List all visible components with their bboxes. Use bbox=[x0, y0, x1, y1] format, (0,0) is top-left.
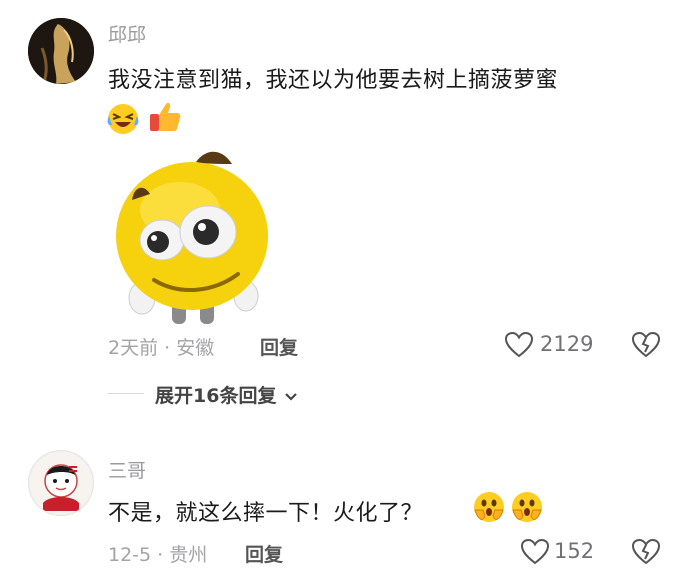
expand-replies-label: 展开16条回复 bbox=[155, 385, 277, 407]
chevron-down-icon bbox=[285, 392, 297, 401]
like-count: 152 bbox=[554, 539, 595, 563]
yellow-smiley-sticker[interactable] bbox=[110, 140, 275, 325]
comment-text: 我没注意到猫，我还以为他要去树上摘菠萝蜜 bbox=[108, 68, 559, 93]
heart-icon[interactable] bbox=[520, 538, 550, 566]
thumbs-up-emoji bbox=[148, 100, 182, 134]
avatar[interactable] bbox=[28, 18, 94, 84]
shocked-face-emoji bbox=[472, 490, 506, 524]
reply-button[interactable]: 回复 bbox=[260, 333, 298, 360]
broken-heart-icon[interactable] bbox=[631, 331, 661, 359]
heart-icon[interactable] bbox=[504, 331, 534, 359]
shocked-face-emoji bbox=[510, 490, 544, 524]
laughing-crying-emoji bbox=[106, 102, 140, 136]
comment-text: 不是，就这么摔一下！火化了？ bbox=[108, 501, 424, 526]
avatar[interactable] bbox=[28, 450, 94, 516]
comment-username[interactable]: 三哥 bbox=[108, 456, 146, 483]
expand-replies-button[interactable]: 展开16条回复 bbox=[155, 381, 299, 408]
comment-meta: 2天前 · 安徽 bbox=[108, 337, 215, 359]
comment-meta: 12-5 · 贵州 bbox=[108, 544, 208, 566]
like-count: 2129 bbox=[540, 332, 594, 356]
divider bbox=[108, 393, 144, 394]
comment-username[interactable]: 邱邱 bbox=[108, 20, 146, 47]
broken-heart-icon[interactable] bbox=[631, 538, 661, 566]
reply-button[interactable]: 回复 bbox=[245, 540, 283, 567]
